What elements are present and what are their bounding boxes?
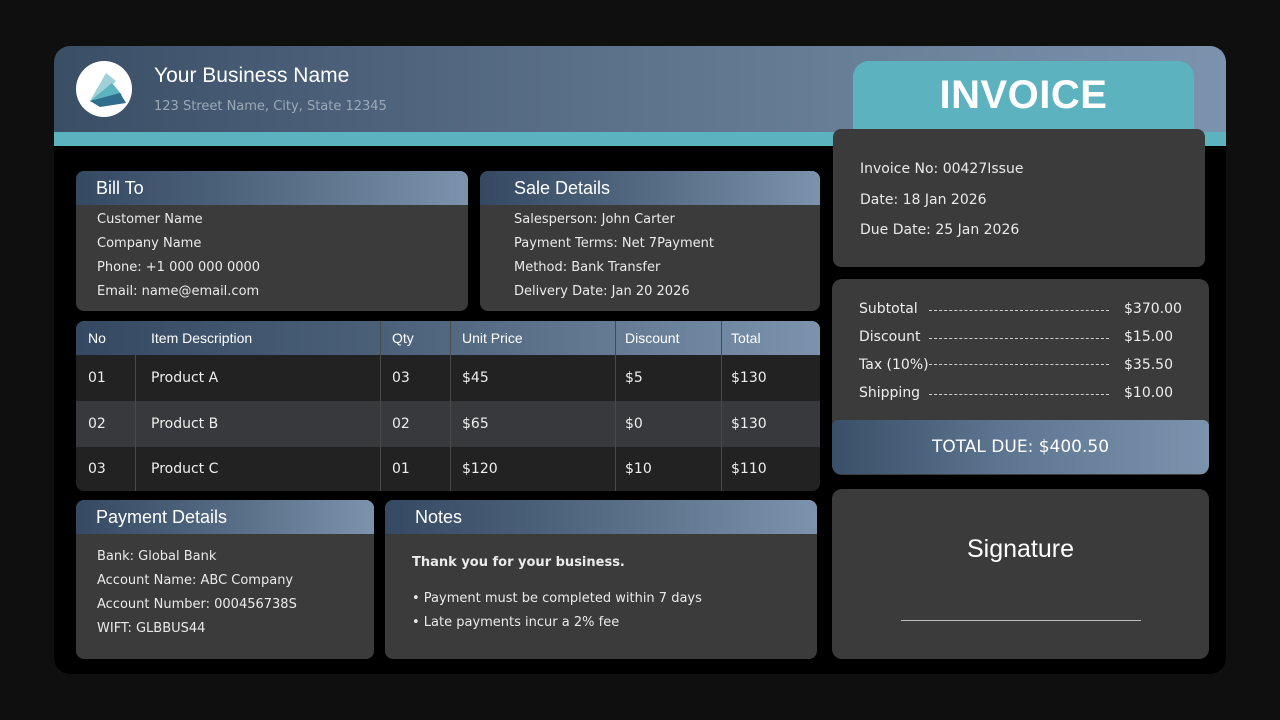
total-due-bar: TOTAL DUE: $400.50 bbox=[832, 420, 1209, 474]
bill-to-panel: Bill To Customer Name Company Name Phone… bbox=[76, 171, 468, 311]
notes-bullet: • Late payments incur a 2% fee bbox=[412, 615, 620, 630]
table-cell: 01 bbox=[88, 370, 106, 386]
notes-title: Notes bbox=[385, 500, 817, 534]
table-row: 01 Product A 03 $45 $5 $130 bbox=[76, 355, 820, 401]
sale-details-line: Payment Terms: Net 7Payment bbox=[514, 236, 714, 251]
table-cell: $120 bbox=[462, 461, 498, 477]
table-column-divider bbox=[135, 321, 136, 491]
payment-details-title: Payment Details bbox=[76, 500, 374, 534]
items-table: No Item Description Qty Unit Price Disco… bbox=[76, 321, 820, 491]
table-column-divider bbox=[615, 321, 616, 491]
invoice-info-panel: Invoice No: 00427Issue Date: 18 Jan 2026… bbox=[833, 129, 1205, 267]
summary-label: Subtotal bbox=[859, 301, 918, 317]
sale-details-title: Sale Details bbox=[480, 171, 820, 205]
invoice-number: Invoice No: 00427Issue bbox=[860, 161, 1024, 177]
invoice-due-date: Due Date: 25 Jan 2026 bbox=[860, 222, 1020, 238]
signature-panel: Signature bbox=[832, 489, 1209, 659]
notes-panel: Notes Thank you for your business. • Pay… bbox=[385, 500, 817, 659]
invoice-frame: Your Business Name 123 Street Name, City… bbox=[54, 46, 1226, 674]
table-column-divider bbox=[721, 321, 722, 491]
table-cell: 03 bbox=[392, 370, 410, 386]
table-cell: 03 bbox=[88, 461, 106, 477]
table-header-cell: Total bbox=[731, 330, 761, 346]
table-cell: $10 bbox=[625, 461, 652, 477]
table-row: 02 Product B 02 $65 $0 $130 bbox=[76, 401, 820, 447]
summary-value: $15.00 bbox=[1124, 329, 1173, 345]
notes-bullet: • Payment must be completed within 7 day… bbox=[412, 591, 702, 606]
summary-value: $370.00 bbox=[1124, 301, 1182, 317]
summary-value: $35.50 bbox=[1124, 357, 1173, 373]
table-cell: 02 bbox=[392, 416, 410, 432]
table-header: No Item Description Qty Unit Price Disco… bbox=[76, 321, 820, 355]
table-header-cell: Discount bbox=[625, 330, 680, 346]
table-header-cell: No bbox=[88, 330, 106, 346]
invoice-title: INVOICE bbox=[939, 73, 1108, 117]
payment-details-line: WIFT: GLBBUS44 bbox=[97, 621, 206, 636]
bill-to-line: Email: name@email.com bbox=[97, 284, 260, 299]
payment-details-line: Bank: Global Bank bbox=[97, 549, 217, 564]
table-cell: 02 bbox=[88, 416, 106, 432]
business-address: 123 Street Name, City, State 12345 bbox=[154, 99, 387, 114]
stacked-paper-logo-icon bbox=[76, 61, 132, 117]
table-row: 03 Product C 01 $120 $10 $110 bbox=[76, 447, 820, 491]
payment-details-panel: Payment Details Bank: Global Bank Accoun… bbox=[76, 500, 374, 659]
table-header-cell: Unit Price bbox=[462, 330, 523, 346]
sale-details-line: Delivery Date: Jan 20 2026 bbox=[514, 284, 690, 299]
table-cell: Product A bbox=[151, 370, 219, 386]
signature-line[interactable] bbox=[901, 620, 1141, 621]
signature-title: Signature bbox=[966, 535, 1075, 563]
table-cell: Product C bbox=[151, 461, 219, 477]
table-header-cell: Item Description bbox=[151, 330, 253, 346]
table-cell: $130 bbox=[731, 416, 767, 432]
invoice-date: Date: 18 Jan 2026 bbox=[860, 192, 987, 208]
summary-dash-leader bbox=[929, 364, 1109, 365]
summary-panel: Subtotal $370.00 Discount $15.00 Tax (10… bbox=[832, 279, 1209, 475]
sale-details-line: Salesperson: John Carter bbox=[514, 212, 675, 227]
summary-label: Shipping bbox=[859, 385, 921, 401]
bill-to-line: Company Name bbox=[97, 236, 202, 251]
table-cell: Product B bbox=[151, 416, 219, 432]
total-due: TOTAL DUE: $400.50 bbox=[931, 437, 1110, 457]
payment-details-line: Account Name: ABC Company bbox=[97, 573, 294, 588]
bill-to-line: Phone: +1 000 000 0000 bbox=[97, 260, 261, 275]
summary-dash-leader bbox=[929, 394, 1109, 395]
table-cell: $0 bbox=[625, 416, 643, 432]
sale-details-panel: Sale Details Salesperson: John Carter Pa… bbox=[480, 171, 820, 311]
table-cell: $5 bbox=[625, 370, 643, 386]
table-cell: $45 bbox=[462, 370, 489, 386]
table-column-divider bbox=[450, 321, 451, 491]
summary-label: Discount bbox=[859, 329, 921, 345]
table-cell: 01 bbox=[392, 461, 410, 477]
summary-value: $10.00 bbox=[1124, 385, 1173, 401]
business-name: Your Business Name bbox=[154, 64, 350, 87]
summary-label: Tax (10%) bbox=[859, 357, 929, 373]
table-cell: $110 bbox=[731, 461, 767, 477]
bill-to-line: Customer Name bbox=[97, 212, 203, 227]
summary-dash-leader bbox=[929, 310, 1109, 311]
table-column-divider bbox=[380, 321, 381, 491]
table-cell: $65 bbox=[462, 416, 489, 432]
table-header-cell: Qty bbox=[392, 330, 414, 346]
notes-heading: Thank you for your business. bbox=[412, 555, 625, 570]
bill-to-title: Bill To bbox=[76, 171, 468, 205]
table-cell: $130 bbox=[731, 370, 767, 386]
payment-details-line: Account Number: 000456738S bbox=[97, 597, 297, 612]
summary-dash-leader bbox=[929, 338, 1109, 339]
sale-details-line: Method: Bank Transfer bbox=[514, 260, 661, 275]
